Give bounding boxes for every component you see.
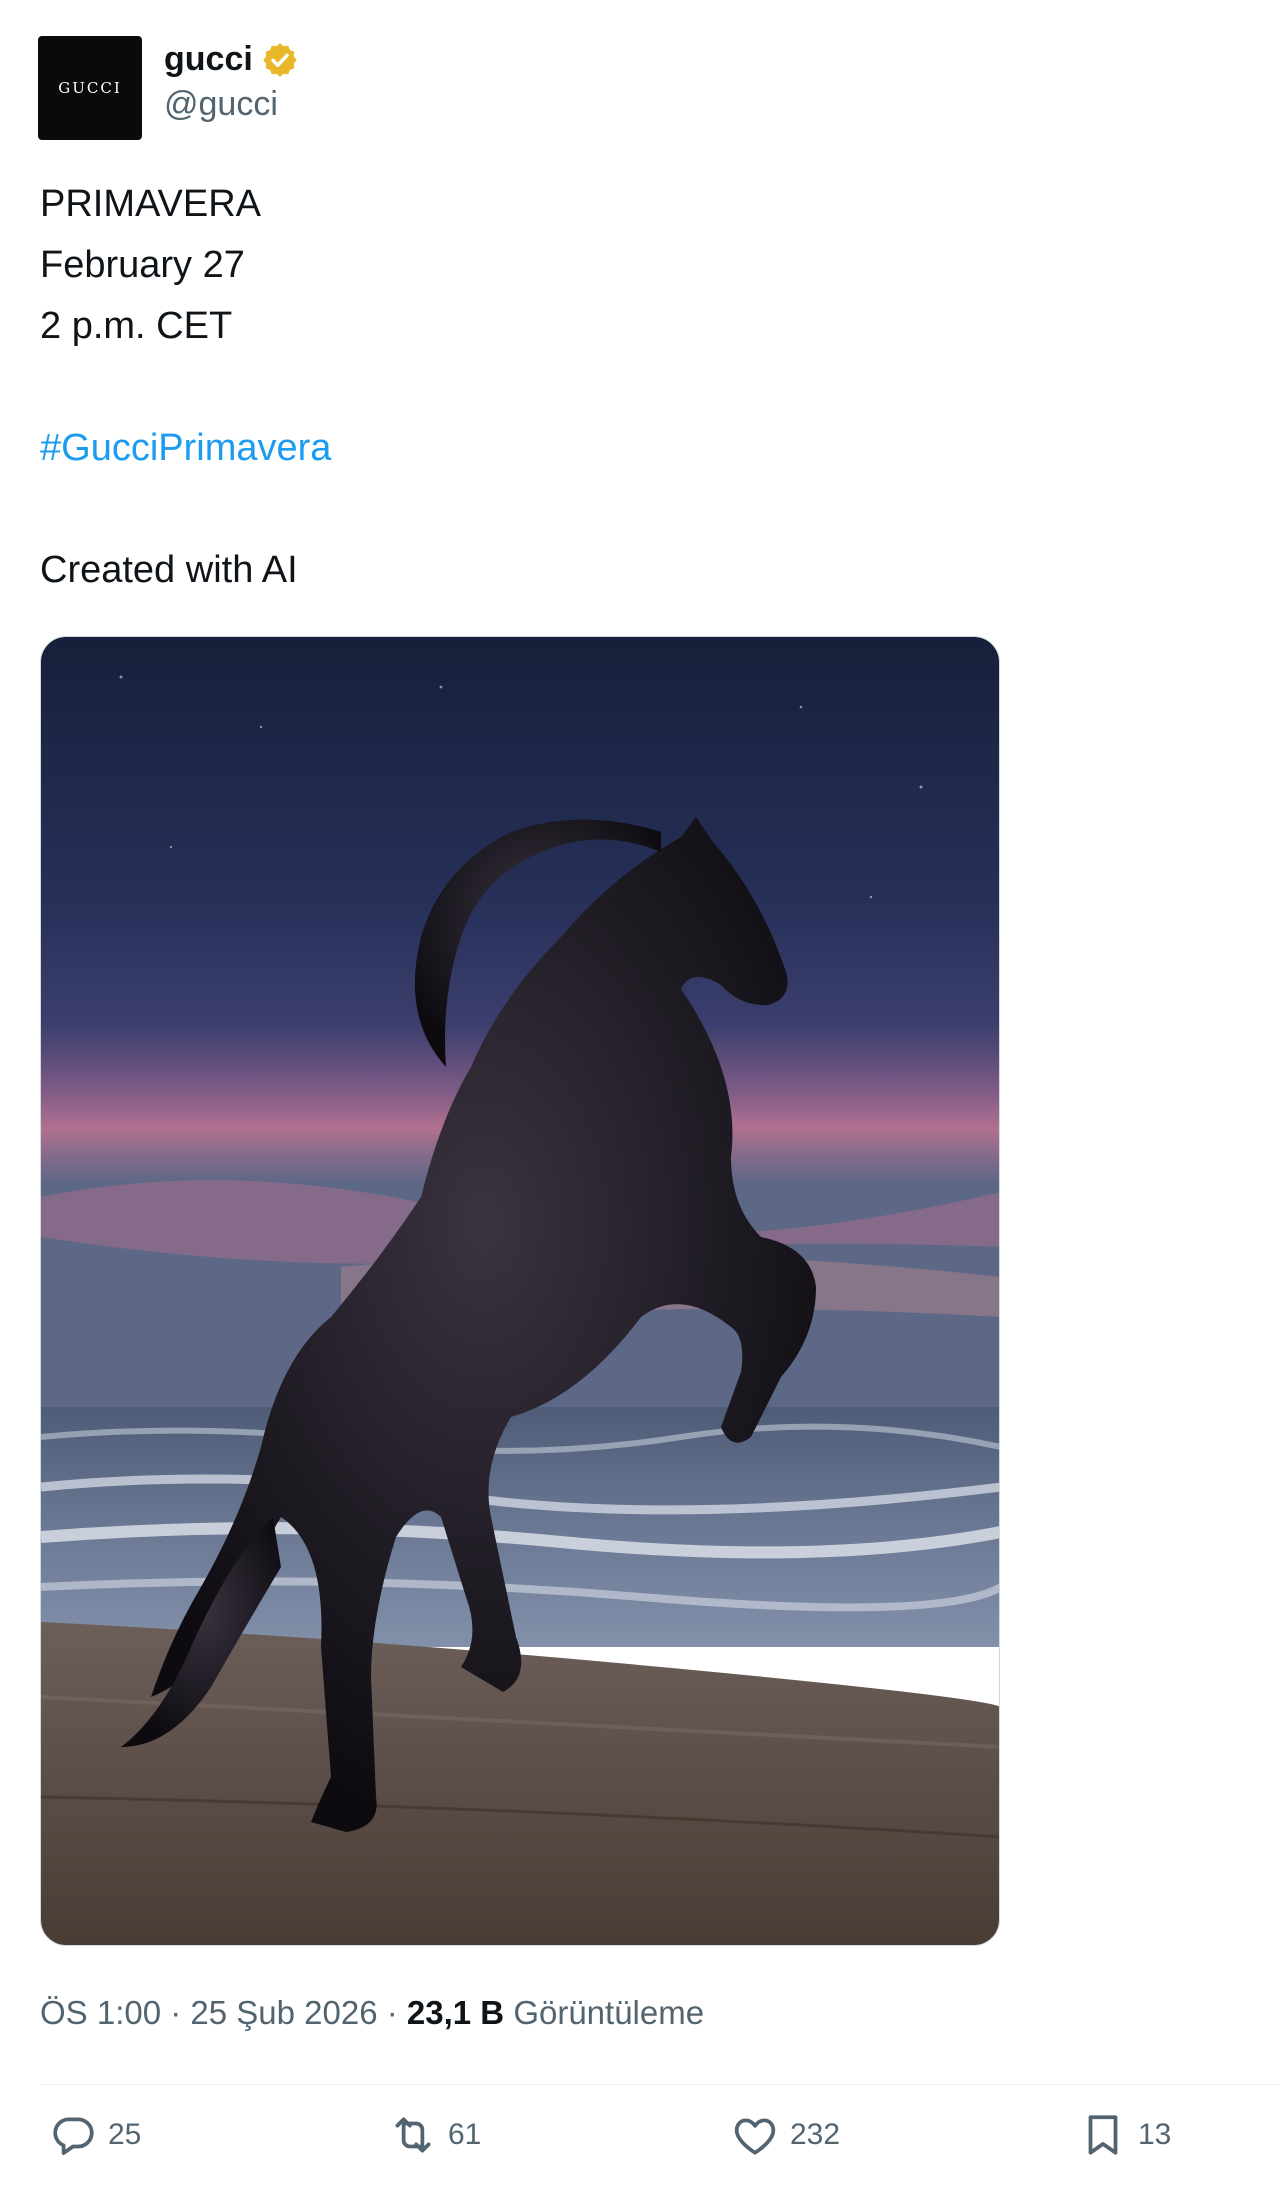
reply-icon	[53, 2117, 94, 2155]
tweet-line-2: February 27	[40, 244, 245, 286]
author-handle[interactable]: @gucci	[164, 85, 299, 124]
bookmark-button[interactable]: 13	[1078, 2110, 1171, 2160]
tweet-date[interactable]: 25 Şub 2026	[190, 1994, 377, 2032]
tweet-ai-note: Created with AI	[40, 549, 298, 591]
reply-button[interactable]: 25	[48, 2110, 141, 2160]
views-spacer	[504, 1994, 513, 2032]
name-row: gucci	[164, 40, 299, 79]
bookmark-count: 13	[1138, 2118, 1172, 2151]
author-display-name[interactable]: gucci	[164, 40, 253, 79]
views-label: Görüntüleme	[513, 1994, 705, 2031]
divider	[40, 2084, 1280, 2085]
horse-on-beach-image	[41, 637, 999, 1945]
verified-badge-icon[interactable]	[261, 41, 299, 79]
tweet-time[interactable]: ÖS 1:00	[40, 1994, 161, 2032]
views-count: 23,1 B	[406, 1994, 505, 2031]
tweet-line-3: 2 p.m. CET	[40, 305, 233, 347]
meta-separator: ·	[161, 1994, 191, 2031]
tweet-text: PRIMAVERA February 27 2 p.m. CET #GucciP…	[40, 174, 331, 601]
like-count: 232	[790, 2118, 841, 2151]
author-names: gucci @gucci	[164, 36, 299, 124]
tweet-media-image[interactable]	[40, 636, 1000, 1946]
heart-icon	[734, 2118, 776, 2155]
avatar[interactable]: GUCCI	[38, 36, 142, 140]
bookmark-icon	[1088, 2115, 1118, 2155]
meta-separator: ·	[377, 1994, 407, 2031]
tweet-meta: ÖS 1:00 · 25 Şub 2026 · 23,1 B Görüntüle…	[40, 1994, 704, 2032]
reply-count: 25	[108, 2118, 142, 2151]
hashtag-link[interactable]: #GucciPrimavera	[40, 418, 331, 479]
tweet-header: GUCCI gucci @gucci	[38, 36, 299, 140]
repost-icon	[395, 2117, 431, 2153]
like-button[interactable]: 232	[730, 2110, 840, 2160]
action-bar: 25 61 232 13	[40, 2110, 1240, 2170]
tweet-line-1: PRIMAVERA	[40, 183, 262, 225]
repost-count: 61	[448, 2118, 482, 2151]
repost-button[interactable]: 61	[388, 2110, 481, 2160]
avatar-logo-text: GUCCI	[58, 79, 122, 97]
